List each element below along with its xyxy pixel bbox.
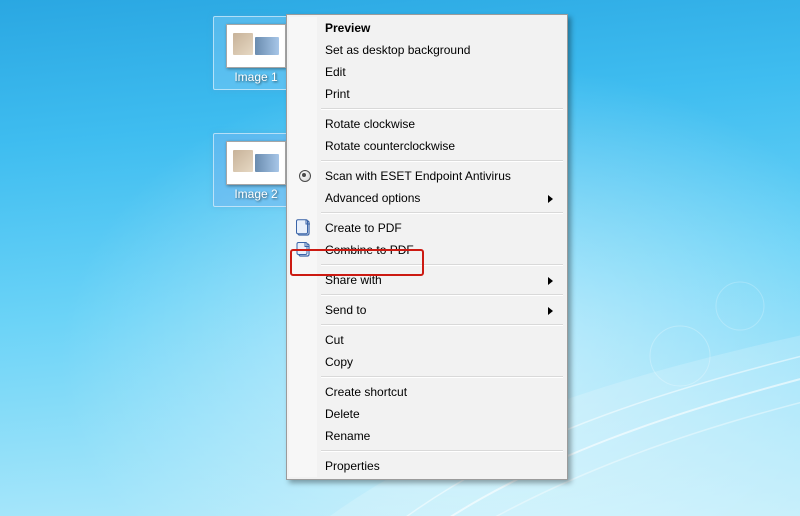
menu-item-label: Rotate clockwise <box>325 117 415 131</box>
menu-separator <box>321 264 563 266</box>
menu-item-share-with[interactable]: Share with <box>289 269 565 291</box>
menu-item-rotate-counterclockwise[interactable]: Rotate counterclockwise <box>289 135 565 157</box>
menu-item-label: Rename <box>325 429 370 443</box>
menu-item-label: Cut <box>325 333 344 347</box>
menu-item-create-to-pdf[interactable]: Create to PDF <box>289 217 565 239</box>
menu-item-label: Print <box>325 87 350 101</box>
menu-item-label: Scan with ESET Endpoint Antivirus <box>325 169 511 183</box>
menu-item-print[interactable]: Print <box>289 83 565 105</box>
menu-item-properties[interactable]: Properties <box>289 455 565 477</box>
image-thumbnail <box>226 24 286 68</box>
pdf-icon <box>295 219 313 237</box>
menu-item-rename[interactable]: Rename <box>289 425 565 447</box>
menu-item-edit[interactable]: Edit <box>289 61 565 83</box>
pdf-combine-icon <box>295 241 313 259</box>
menu-item-send-to[interactable]: Send to <box>289 299 565 321</box>
image-thumbnail <box>226 141 286 185</box>
menu-separator <box>321 450 563 452</box>
menu-separator <box>321 324 563 326</box>
desktop-icon-image-1[interactable]: Image 1 <box>219 20 293 86</box>
menu-item-label: Create to PDF <box>325 221 402 235</box>
menu-separator <box>321 108 563 110</box>
desktop-icon-image-2[interactable]: Image 2 <box>219 137 293 203</box>
menu-item-rotate-clockwise[interactable]: Rotate clockwise <box>289 113 565 135</box>
menu-item-combine-to-pdf[interactable]: Combine to PDF <box>289 239 565 261</box>
menu-item-set-desktop-background[interactable]: Set as desktop background <box>289 39 565 61</box>
desktop-icon-label: Image 2 <box>219 187 293 203</box>
menu-item-create-shortcut[interactable]: Create shortcut <box>289 381 565 403</box>
menu-item-cut[interactable]: Cut <box>289 329 565 351</box>
eset-icon <box>299 170 311 182</box>
menu-separator <box>321 212 563 214</box>
menu-item-label: Rotate counterclockwise <box>325 139 455 153</box>
menu-item-label: Copy <box>325 355 353 369</box>
desktop: Image 1 Image 2 Preview Set as desktop b… <box>0 0 800 516</box>
menu-item-label: Advanced options <box>325 191 420 205</box>
menu-separator <box>321 376 563 378</box>
menu-item-scan-eset[interactable]: Scan with ESET Endpoint Antivirus <box>289 165 565 187</box>
menu-item-label: Properties <box>325 459 380 473</box>
menu-item-label: Create shortcut <box>325 385 407 399</box>
menu-item-label: Share with <box>325 273 382 287</box>
menu-separator <box>321 294 563 296</box>
menu-item-label: Delete <box>325 407 360 421</box>
menu-item-delete[interactable]: Delete <box>289 403 565 425</box>
menu-item-label: Edit <box>325 65 346 79</box>
context-menu: Preview Set as desktop background Edit P… <box>286 14 568 480</box>
menu-item-label: Combine to PDF <box>325 243 414 257</box>
menu-item-label: Send to <box>325 303 366 317</box>
desktop-icon-label: Image 1 <box>219 70 293 86</box>
menu-separator <box>321 160 563 162</box>
menu-item-advanced-options[interactable]: Advanced options <box>289 187 565 209</box>
menu-item-copy[interactable]: Copy <box>289 351 565 373</box>
menu-item-preview[interactable]: Preview <box>289 17 565 39</box>
menu-item-label: Preview <box>325 21 370 35</box>
menu-item-label: Set as desktop background <box>325 43 470 57</box>
